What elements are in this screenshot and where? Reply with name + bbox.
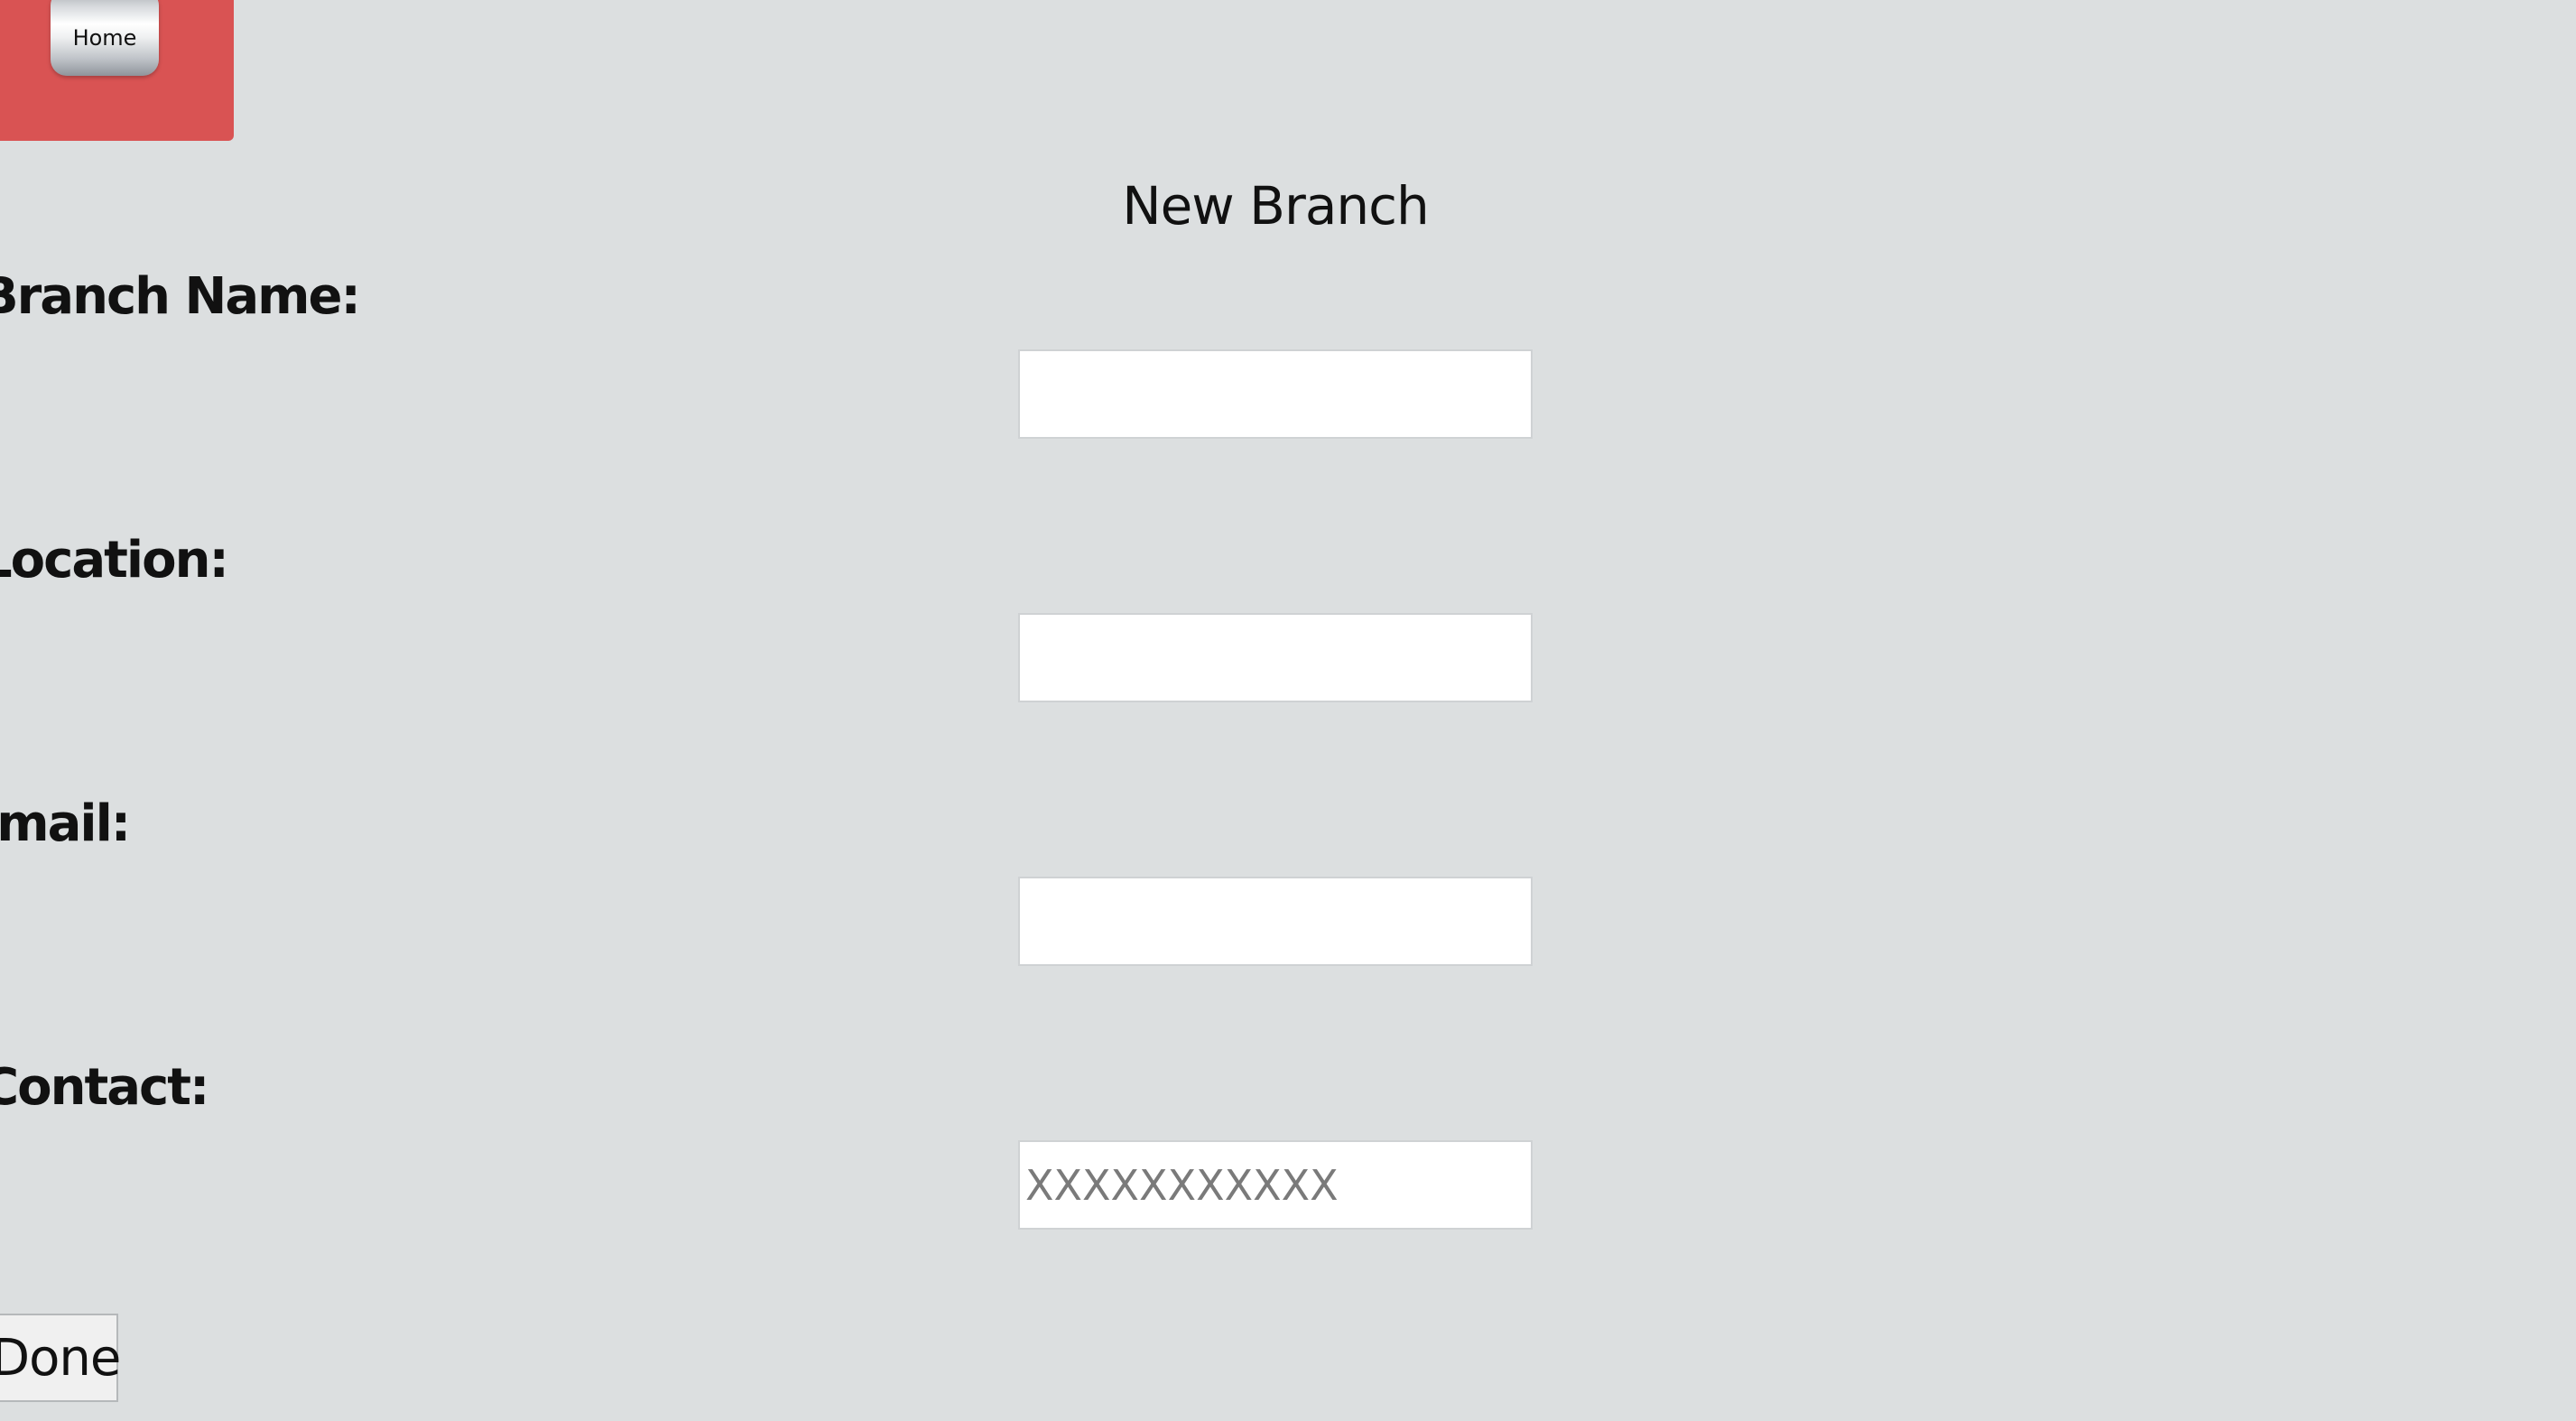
location-input[interactable] — [1018, 613, 1533, 702]
home-button[interactable]: Home — [51, 0, 159, 76]
location-label: Location: — [0, 531, 229, 590]
page-title: New Branch — [1122, 175, 1430, 237]
new-branch-page: Home New Branch Branch Name: Location: E… — [0, 0, 2576, 1421]
contact-input[interactable] — [1018, 1140, 1533, 1230]
branch-name-input[interactable] — [1018, 349, 1533, 439]
header-bar: Home — [0, 0, 234, 141]
done-button[interactable]: Done — [0, 1314, 121, 1402]
contact-label: Contact: — [0, 1058, 209, 1117]
email-input[interactable] — [1018, 877, 1533, 966]
email-label: Email: — [0, 794, 131, 853]
branch-name-label: Branch Name: — [0, 267, 361, 326]
